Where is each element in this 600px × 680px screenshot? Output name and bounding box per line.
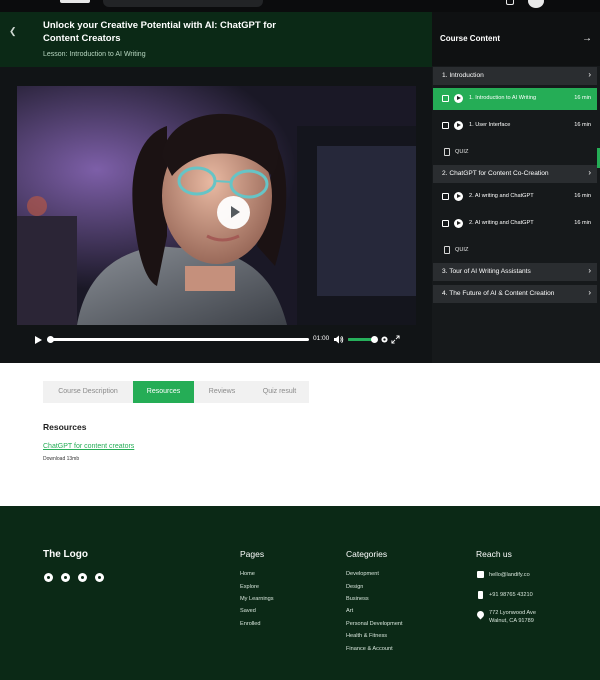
section-label: 4. The Future of AI & Content Creation xyxy=(442,290,555,297)
lesson-item-ai-writing-chatgpt[interactable]: 2. AI writing and ChatGPT 16 min xyxy=(433,186,597,208)
checkbox[interactable] xyxy=(442,122,449,129)
section-label: 3. Tour of AI Writing Assistants xyxy=(442,268,531,275)
quiz-item[interactable]: QUIZ xyxy=(433,144,597,160)
sidebar-title: Course Content xyxy=(440,34,500,43)
quiz-label: QUIZ xyxy=(455,149,469,155)
cart-icon[interactable] xyxy=(506,0,514,5)
lesson-item-user-interface[interactable]: 1. User Interface 16 min xyxy=(433,115,597,137)
footer-pages-heading: Pages xyxy=(240,549,265,559)
search-input[interactable] xyxy=(103,0,263,7)
footer-logo[interactable]: The Logo xyxy=(43,549,88,560)
header-logo[interactable] xyxy=(60,0,90,3)
play-circle-icon xyxy=(454,94,463,103)
settings-gear-icon[interactable] xyxy=(380,335,389,344)
section-introduction[interactable]: 1. Introduction › xyxy=(433,67,597,85)
lesson-duration: 16 min xyxy=(574,122,591,128)
video-thumbnail-image xyxy=(17,86,416,325)
dribbble-icon[interactable] xyxy=(61,573,70,582)
chevron-right-icon: › xyxy=(588,70,591,79)
video-play-button[interactable] xyxy=(217,196,250,229)
instagram-icon[interactable] xyxy=(44,573,53,582)
mail-icon xyxy=(477,571,484,578)
checkbox[interactable] xyxy=(442,220,449,227)
footer-address-line1: 772 Lyonwood Ave xyxy=(489,610,536,616)
content-tabs: Course Description Resources Reviews Qui… xyxy=(43,381,309,403)
footer-link-development[interactable]: Development xyxy=(346,571,379,577)
document-icon xyxy=(444,246,450,254)
section-future-ai[interactable]: 4. The Future of AI & Content Creation › xyxy=(433,285,597,303)
lesson-item-intro-ai-writing[interactable]: 1. Introduction to AI Writing 16 min xyxy=(433,88,597,110)
avatar[interactable] xyxy=(528,0,544,8)
section-label: 2. ChatGPT for Content Co-Creation xyxy=(442,170,549,177)
back-arrow-icon[interactable]: ❮ xyxy=(9,26,19,36)
play-circle-icon xyxy=(454,219,463,228)
video-player[interactable] xyxy=(17,86,416,325)
lesson-label: 1. User Interface xyxy=(469,122,511,128)
footer-link-my-learnings[interactable]: My Learnings xyxy=(240,596,274,602)
tab-course-description[interactable]: Course Description xyxy=(43,381,133,403)
resource-link[interactable]: ChatGPT for content creators xyxy=(43,443,134,450)
video-controls: 01:00 xyxy=(17,331,416,349)
quiz-label: QUIZ xyxy=(455,247,469,253)
tab-resources[interactable]: Resources xyxy=(133,381,194,403)
section-label: 1. Introduction xyxy=(442,72,484,79)
course-title: Unlock your Creative Potential with AI: … xyxy=(43,20,276,44)
footer-link-health-fitness[interactable]: Health & Fitness xyxy=(346,633,387,639)
footer-link-explore[interactable]: Explore xyxy=(240,584,259,590)
play-icon[interactable] xyxy=(35,336,42,344)
chevron-right-icon: › xyxy=(588,266,591,275)
tab-quiz-result[interactable]: Quiz result xyxy=(250,381,309,403)
page: ❮ Unlock your Creative Potential with AI… xyxy=(0,0,600,680)
footer-email[interactable]: hello@landify.co xyxy=(489,571,530,579)
time-display: 01:00 xyxy=(313,335,330,342)
footer-link-business[interactable]: Business xyxy=(346,596,369,602)
footer-phone[interactable]: +91 98765 43210 xyxy=(489,591,533,599)
footer-reach-heading: Reach us xyxy=(476,549,512,559)
lesson-label: 2. AI writing and ChatGPT xyxy=(469,220,534,226)
volume-handle[interactable] xyxy=(371,336,378,343)
lesson-item-ai-writing-chatgpt[interactable]: 2. AI writing and ChatGPT 16 min xyxy=(433,213,597,235)
footer-categories-heading: Categories xyxy=(346,549,388,559)
checkbox[interactable] xyxy=(442,193,449,200)
tab-reviews[interactable]: Reviews xyxy=(194,381,250,403)
fullscreen-icon[interactable] xyxy=(391,335,400,344)
top-navbar xyxy=(0,0,600,12)
section-chatgpt-cocreation[interactable]: 2. ChatGPT for Content Co-Creation › xyxy=(433,165,597,183)
chevron-right-icon: › xyxy=(588,168,591,177)
section-tour-ai-assistants[interactable]: 3. Tour of AI Writing Assistants › xyxy=(433,263,597,281)
chevron-right-icon: › xyxy=(588,288,591,297)
footer-link-home[interactable]: Home xyxy=(240,571,255,577)
document-icon xyxy=(444,148,450,156)
footer-link-art[interactable]: Art xyxy=(346,608,353,614)
footer-link-saved[interactable]: Saved xyxy=(240,608,256,614)
resources-heading: Resources xyxy=(43,422,87,432)
footer-address-line2: Walnut, CA 91789 xyxy=(489,618,534,624)
footer-link-enrolled[interactable]: Enrolled xyxy=(240,621,261,627)
footer-link-personal-development[interactable]: Personal Development xyxy=(346,621,403,627)
progress-handle[interactable] xyxy=(46,336,54,343)
play-circle-icon xyxy=(454,121,463,130)
progress-bar[interactable] xyxy=(46,336,309,343)
checkbox[interactable] xyxy=(442,95,449,102)
lesson-duration: 16 min xyxy=(574,220,591,226)
volume-icon[interactable] xyxy=(334,335,344,344)
arrow-right-icon[interactable]: → xyxy=(582,33,592,44)
lesson-duration: 16 min xyxy=(574,95,591,101)
phone-icon xyxy=(478,591,483,599)
lesson-label: 2. AI writing and ChatGPT xyxy=(469,193,534,199)
quiz-item[interactable]: QUIZ xyxy=(433,242,597,258)
volume-slider[interactable] xyxy=(348,336,378,343)
twitter-icon[interactable] xyxy=(78,573,87,582)
footer-link-design[interactable]: Design xyxy=(346,584,363,590)
footer-link-finance-account[interactable]: Finance & Account xyxy=(346,646,393,652)
youtube-icon[interactable] xyxy=(95,573,104,582)
lesson-label: 1. Introduction to AI Writing xyxy=(469,95,537,101)
download-size-text[interactable]: Download 13mb xyxy=(43,456,79,462)
play-circle-icon xyxy=(454,192,463,201)
lesson-duration: 16 min xyxy=(574,193,591,199)
lesson-subtitle: Lesson: Introduction to AI Writing xyxy=(43,51,146,58)
